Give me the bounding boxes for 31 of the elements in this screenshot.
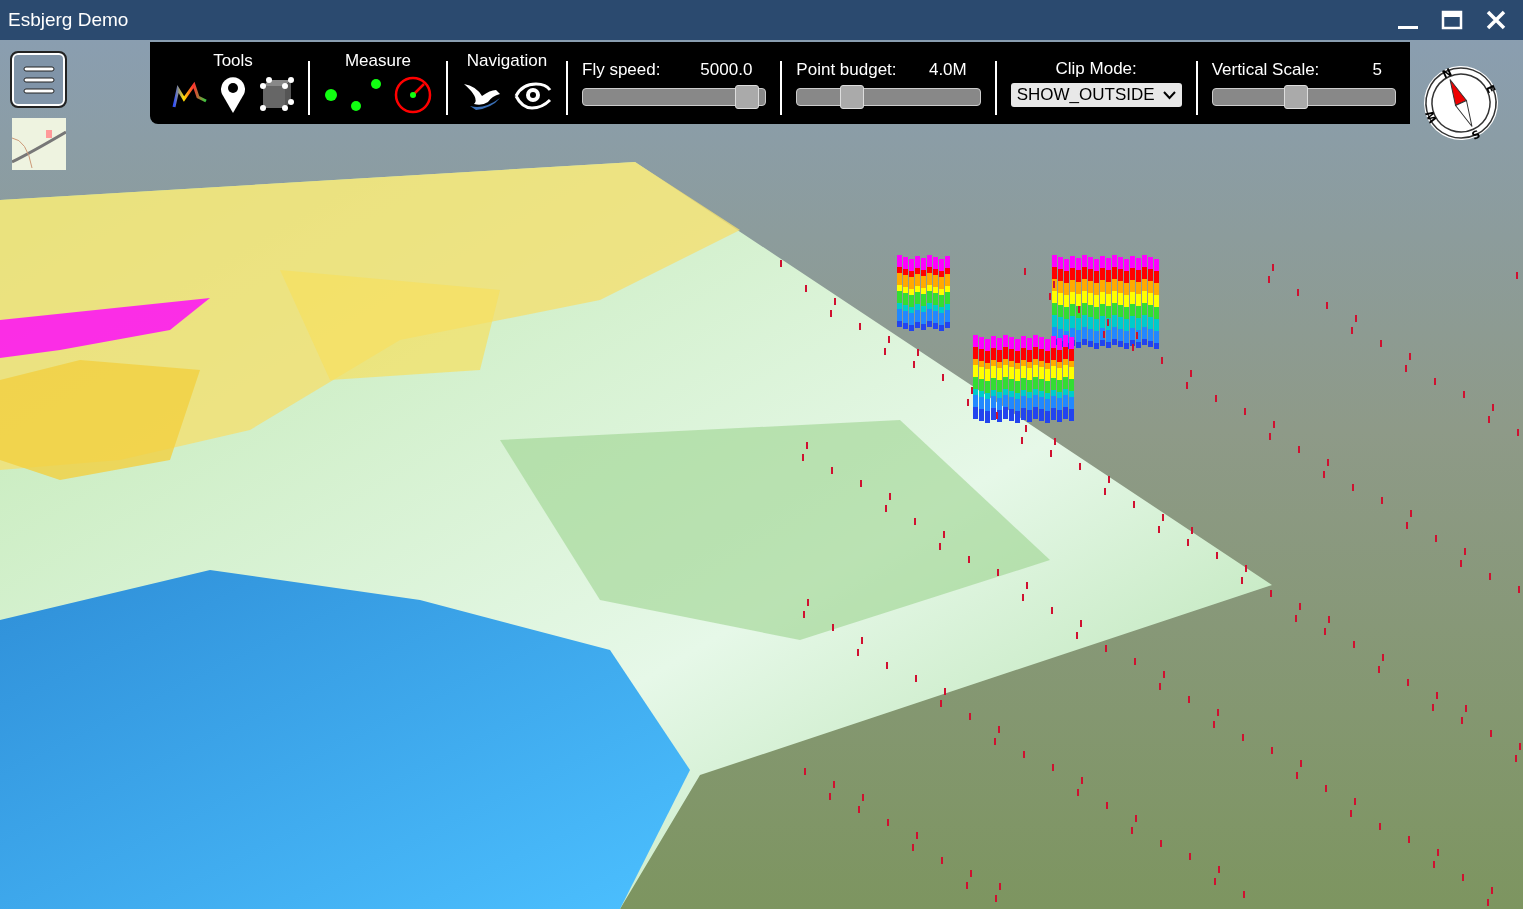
elevation-profile-icon[interactable] [172, 81, 208, 109]
slider-thumb[interactable] [1283, 85, 1308, 109]
two-points-icon[interactable] [350, 78, 382, 112]
slider-label: Vertical Scale: [1211, 60, 1320, 80]
measure-label: Measure [344, 51, 412, 71]
eye-icon[interactable] [514, 80, 552, 110]
slider-track[interactable] [582, 88, 767, 106]
slider-reading: 5000.0 [700, 60, 753, 80]
slider-thumb[interactable] [735, 85, 759, 109]
map-thumbnail[interactable] [12, 118, 66, 170]
slider-reading: 4.0M [928, 60, 967, 80]
slider-label: Fly speed: [582, 60, 661, 80]
navigation-label: Navigation [466, 51, 548, 71]
close-icon[interactable] [1485, 9, 1507, 31]
slider-label: Point budget: [796, 60, 897, 80]
slider-reading: 5 [1372, 60, 1382, 80]
clip-mode-dropdown[interactable]: SHOW_OUTSIDE [1010, 83, 1182, 107]
menu-button[interactable] [12, 53, 65, 106]
slider-thumb[interactable] [840, 85, 865, 109]
cube-icon[interactable] [258, 77, 294, 113]
point-icon[interactable] [324, 88, 338, 102]
chevron-down-icon [1162, 90, 1176, 100]
map-pin-icon[interactable] [220, 76, 246, 114]
maximize-icon[interactable] [1441, 9, 1463, 31]
circle-icon[interactable] [394, 76, 432, 114]
slider-track[interactable] [796, 88, 981, 106]
slider-track[interactable] [1211, 88, 1396, 106]
tools-label: Tools [213, 51, 253, 71]
menu-icon [22, 64, 55, 95]
clip-mode-label: Clip Mode: [1055, 59, 1137, 79]
window-title: Esbjerg Demo [8, 9, 129, 31]
